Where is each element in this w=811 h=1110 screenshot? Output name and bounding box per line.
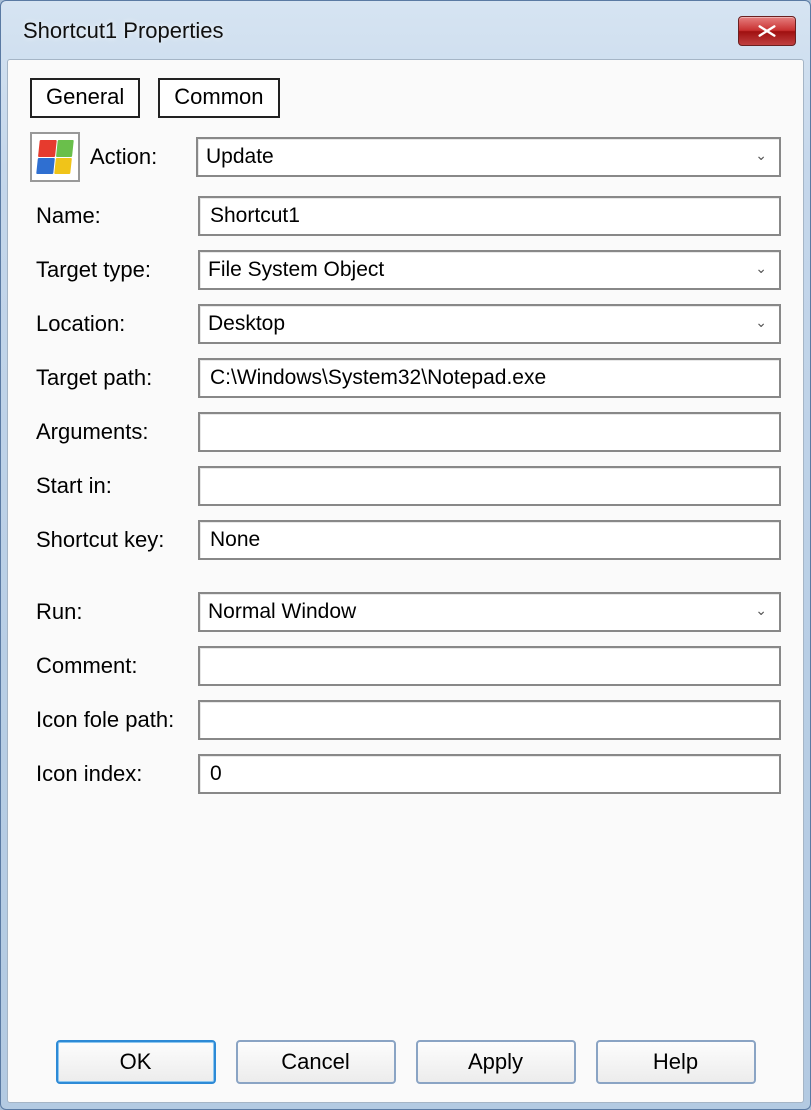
icon-index-field[interactable] xyxy=(198,754,781,794)
title-bar: Shortcut1 Properties xyxy=(1,1,810,53)
row-name: Name: xyxy=(30,196,781,236)
close-button[interactable] xyxy=(738,16,796,46)
chevron-down-icon: ⌄ xyxy=(755,314,767,331)
tab-common[interactable]: Common xyxy=(158,78,279,118)
shortcut-key-field[interactable] xyxy=(198,520,781,560)
row-location: Location: Desktop ⌄ xyxy=(30,304,781,344)
ok-button[interactable]: OK xyxy=(56,1040,216,1084)
apply-button[interactable]: Apply xyxy=(416,1040,576,1084)
run-value: Normal Window xyxy=(208,600,356,624)
row-start-in: Start in: xyxy=(30,466,781,506)
tab-strip: General Common xyxy=(30,78,781,118)
window-title: Shortcut1 Properties xyxy=(23,18,224,44)
action-value: Update xyxy=(206,145,274,169)
label-icon-index: Icon index: xyxy=(30,761,198,787)
action-select[interactable]: Update ⌄ xyxy=(196,137,781,177)
start-in-field[interactable] xyxy=(198,466,781,506)
label-run: Run: xyxy=(30,599,198,625)
arguments-input[interactable] xyxy=(208,419,771,445)
target-type-value: File System Object xyxy=(208,258,384,282)
target-path-input[interactable] xyxy=(208,365,771,391)
label-location: Location: xyxy=(30,311,198,337)
chevron-down-icon: ⌄ xyxy=(755,260,767,277)
row-target-path: Target path: xyxy=(30,358,781,398)
row-shortcut-key: Shortcut key: xyxy=(30,520,781,560)
comment-field[interactable] xyxy=(198,646,781,686)
label-shortcut-key: Shortcut key: xyxy=(30,527,198,553)
icon-index-input[interactable] xyxy=(208,761,771,787)
row-action: Action: Update ⌄ xyxy=(30,132,781,182)
label-target-path: Target path: xyxy=(30,365,198,391)
row-icon-file-path: Icon fole path: xyxy=(30,700,781,740)
name-field[interactable] xyxy=(198,196,781,236)
row-icon-index: Icon index: xyxy=(30,754,781,794)
run-select[interactable]: Normal Window ⌄ xyxy=(198,592,781,632)
row-arguments: Arguments: xyxy=(30,412,781,452)
comment-input[interactable] xyxy=(208,653,771,679)
arguments-field[interactable] xyxy=(198,412,781,452)
form-area: Action: Update ⌄ Name: Target type: File… xyxy=(30,132,781,1032)
shortcut-key-input[interactable] xyxy=(208,527,771,553)
start-in-input[interactable] xyxy=(208,473,771,499)
spacer xyxy=(30,574,781,592)
chevron-down-icon: ⌄ xyxy=(755,602,767,619)
windows-logo-icon xyxy=(30,132,80,182)
row-comment: Comment: xyxy=(30,646,781,686)
target-type-select[interactable]: File System Object ⌄ xyxy=(198,250,781,290)
name-input[interactable] xyxy=(208,203,771,229)
label-name: Name: xyxy=(30,203,198,229)
cancel-button[interactable]: Cancel xyxy=(236,1040,396,1084)
label-icon-file-path: Icon fole path: xyxy=(30,707,198,733)
label-start-in: Start in: xyxy=(30,473,198,499)
label-target-type: Target type: xyxy=(30,257,198,283)
label-arguments: Arguments: xyxy=(30,419,198,445)
location-value: Desktop xyxy=(208,312,285,336)
properties-window: Shortcut1 Properties General Common Acti… xyxy=(0,0,811,1110)
chevron-down-icon: ⌄ xyxy=(755,147,767,164)
row-target-type: Target type: File System Object ⌄ xyxy=(30,250,781,290)
close-icon xyxy=(756,24,778,38)
tab-general[interactable]: General xyxy=(30,78,140,118)
icon-file-path-field[interactable] xyxy=(198,700,781,740)
location-select[interactable]: Desktop ⌄ xyxy=(198,304,781,344)
target-path-field[interactable] xyxy=(198,358,781,398)
label-action: Action: xyxy=(90,144,196,170)
client-area: General Common Action: Update ⌄ Name: xyxy=(7,59,804,1103)
label-comment: Comment: xyxy=(30,653,198,679)
icon-file-path-input[interactable] xyxy=(208,707,771,733)
help-button[interactable]: Help xyxy=(596,1040,756,1084)
button-row: OK Cancel Apply Help xyxy=(30,1032,781,1084)
row-run: Run: Normal Window ⌄ xyxy=(30,592,781,632)
